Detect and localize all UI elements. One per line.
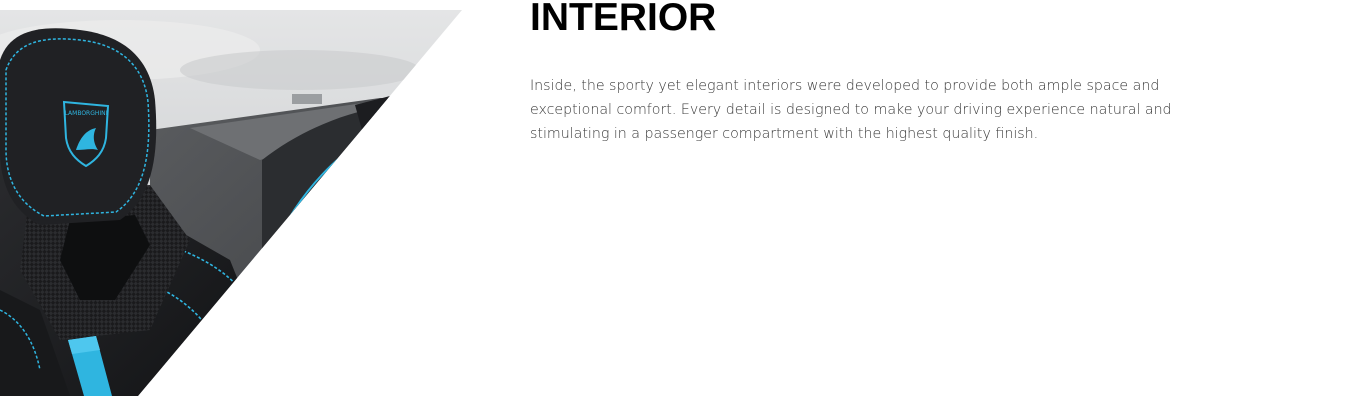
interior-photo: LAMBORGHINI xyxy=(0,10,462,396)
section-description: Inside, the sporty yet elegant interiors… xyxy=(530,78,1172,142)
car-seat-image: LAMBORGHINI xyxy=(0,10,462,396)
page: LAMBORGHINI INTERIOR Inside, the sporty … xyxy=(0,0,1345,400)
interior-section: INTERIOR Inside, the sporty yet elegant … xyxy=(530,0,1230,146)
crest-logo-text: LAMBORGHINI xyxy=(65,110,108,117)
section-title: INTERIOR xyxy=(530,0,717,39)
